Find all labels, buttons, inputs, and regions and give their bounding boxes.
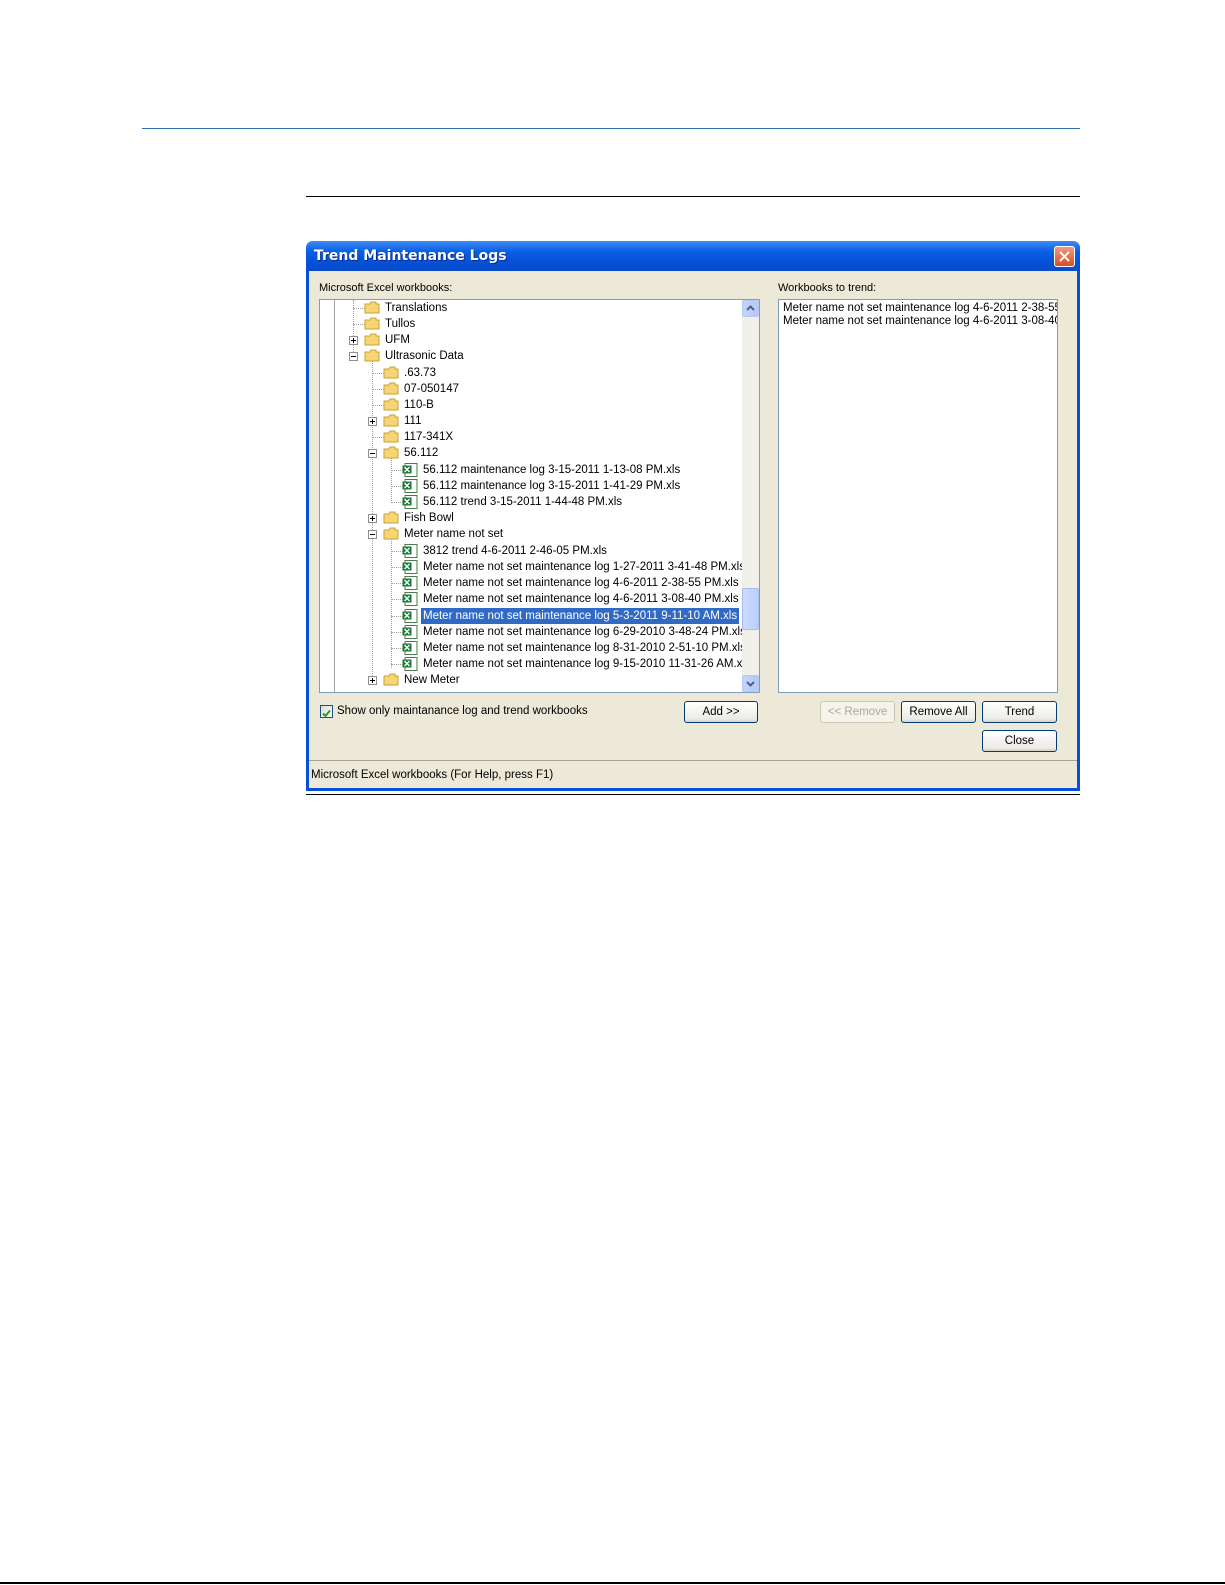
- window-title: Trend Maintenance Logs: [314, 248, 507, 264]
- tree-node-workbook[interactable]: Meter name not set maintenance log 4-6-2…: [402, 575, 741, 591]
- tree-node-folder[interactable]: New Meter: [383, 672, 462, 688]
- show-only-logs-label[interactable]: Show only maintanance log and trend work…: [337, 705, 588, 717]
- folder-icon: [383, 414, 399, 427]
- excel-file-icon: [402, 592, 418, 606]
- tree-node-folder[interactable]: Translations: [364, 300, 449, 316]
- chevron-down-icon: [746, 681, 755, 687]
- tree-node-folder[interactable]: 117-341X: [383, 429, 455, 445]
- page-footer-rule: [0, 1582, 1225, 1584]
- excel-file-icon: [402, 609, 418, 623]
- tree-node-workbook[interactable]: 56.112 trend 3-15-2011 1-44-48 PM.xls: [402, 494, 624, 510]
- remove-all-button[interactable]: Remove All: [901, 701, 976, 723]
- folder-icon: [364, 333, 380, 346]
- figure-bottom-rule: [306, 794, 1080, 795]
- tree-node-workbook[interactable]: Meter name not set maintenance log 9-15-…: [402, 656, 753, 672]
- scroll-thumb[interactable]: [742, 588, 759, 630]
- tree-node-workbook[interactable]: 3812 trend 4-6-2011 2-46-05 PM.xls: [402, 543, 609, 559]
- excel-file-icon: [402, 560, 418, 574]
- tree-guide-line: [334, 300, 335, 692]
- close-window-button[interactable]: [1054, 246, 1075, 267]
- open-folder-icon: [383, 527, 399, 540]
- expand-icon[interactable]: [368, 676, 377, 685]
- tree-node-workbook[interactable]: Meter name not set maintenance log 4-6-2…: [402, 591, 741, 607]
- chevron-up-icon: [746, 305, 755, 311]
- excel-file-icon: [402, 479, 418, 493]
- collapse-icon[interactable]: [368, 449, 377, 458]
- tree-vertical-scrollbar[interactable]: [742, 300, 759, 692]
- workbooks-tree[interactable]: Translations Tullos UFM Ultrasonic Data …: [319, 299, 760, 693]
- collapse-icon[interactable]: [349, 352, 358, 361]
- open-folder-icon: [383, 446, 399, 459]
- excel-file-icon: [402, 576, 418, 590]
- tree-node-workbook[interactable]: 56.112 maintenance log 3-15-2011 1-41-29…: [402, 478, 682, 494]
- tree-node-folder[interactable]: 110-B: [383, 397, 436, 413]
- excel-file-icon: [402, 657, 418, 671]
- list-item[interactable]: Meter name not set maintenance log 4-6-2…: [783, 313, 1057, 329]
- tree-node-folder[interactable]: Meter name not set: [383, 526, 505, 542]
- tree-connector: [391, 457, 392, 501]
- tree-node-folder[interactable]: UFM: [364, 332, 412, 348]
- tree-node-folder[interactable]: 56.112: [383, 445, 440, 461]
- tree-node-workbook[interactable]: 56.112 maintenance log 3-15-2011 1-13-08…: [402, 462, 682, 478]
- tree-node-folder[interactable]: .63.73: [383, 365, 438, 381]
- tree-node-workbook[interactable]: Meter name not set maintenance log 6-29-…: [402, 624, 748, 640]
- open-folder-icon: [364, 349, 380, 362]
- remove-button[interactable]: << Remove: [820, 701, 895, 723]
- collapse-icon[interactable]: [368, 530, 377, 539]
- tree-node-folder[interactable]: Tullos: [364, 316, 417, 332]
- excel-file-icon: [402, 495, 418, 509]
- expand-icon[interactable]: [368, 417, 377, 426]
- status-bar: Microsoft Excel workbooks (For Help, pre…: [309, 760, 1077, 788]
- tree-node-workbook[interactable]: Meter name not set maintenance log 1-27-…: [402, 559, 747, 575]
- excel-file-icon: [402, 625, 418, 639]
- excel-file-icon: [402, 463, 418, 477]
- tree-node-folder[interactable]: 07-050147: [383, 381, 461, 397]
- page-header-rule: [142, 128, 1080, 129]
- expand-icon[interactable]: [368, 514, 377, 523]
- figure-top-rule: [306, 196, 1080, 197]
- folder-icon: [383, 398, 399, 411]
- scroll-up-button[interactable]: [742, 300, 759, 317]
- show-only-logs-checkbox[interactable]: [320, 705, 333, 718]
- folder-icon: [383, 382, 399, 395]
- tree-node-workbook-selected[interactable]: Meter name not set maintenance log 5-3-2…: [402, 607, 741, 625]
- tree-connector: [353, 300, 354, 360]
- add-button[interactable]: Add >>: [684, 701, 758, 723]
- close-button[interactable]: Close: [982, 730, 1057, 752]
- trend-maintenance-logs-dialog: Trend Maintenance Logs Microsoft Excel w…: [306, 241, 1080, 791]
- workbooks-to-trend-list[interactable]: Meter name not set maintenance log 4-6-2…: [778, 299, 1058, 693]
- trend-button[interactable]: Trend: [982, 701, 1057, 723]
- close-icon: [1059, 251, 1070, 262]
- expand-icon[interactable]: [349, 336, 358, 345]
- excel-file-icon: [402, 544, 418, 558]
- workbooks-to-trend-label: Workbooks to trend:: [778, 282, 877, 294]
- folder-icon: [383, 673, 399, 686]
- folder-icon: [364, 317, 380, 330]
- tree-node-folder[interactable]: Fish Bowl: [383, 510, 456, 526]
- folder-icon: [364, 301, 380, 314]
- tree-node-folder[interactable]: 111: [383, 413, 423, 429]
- folder-icon: [383, 366, 399, 379]
- folder-icon: [383, 430, 399, 443]
- workbooks-tree-label: Microsoft Excel workbooks:: [319, 282, 453, 294]
- checkmark-icon: [322, 709, 331, 718]
- tree-node-workbook[interactable]: Meter name not set maintenance log 8-31-…: [402, 640, 748, 656]
- folder-icon: [383, 511, 399, 524]
- tree-node-folder[interactable]: Ultrasonic Data: [364, 348, 466, 364]
- excel-file-icon: [402, 641, 418, 655]
- title-bar[interactable]: Trend Maintenance Logs: [306, 241, 1080, 271]
- scroll-down-button[interactable]: [742, 675, 759, 692]
